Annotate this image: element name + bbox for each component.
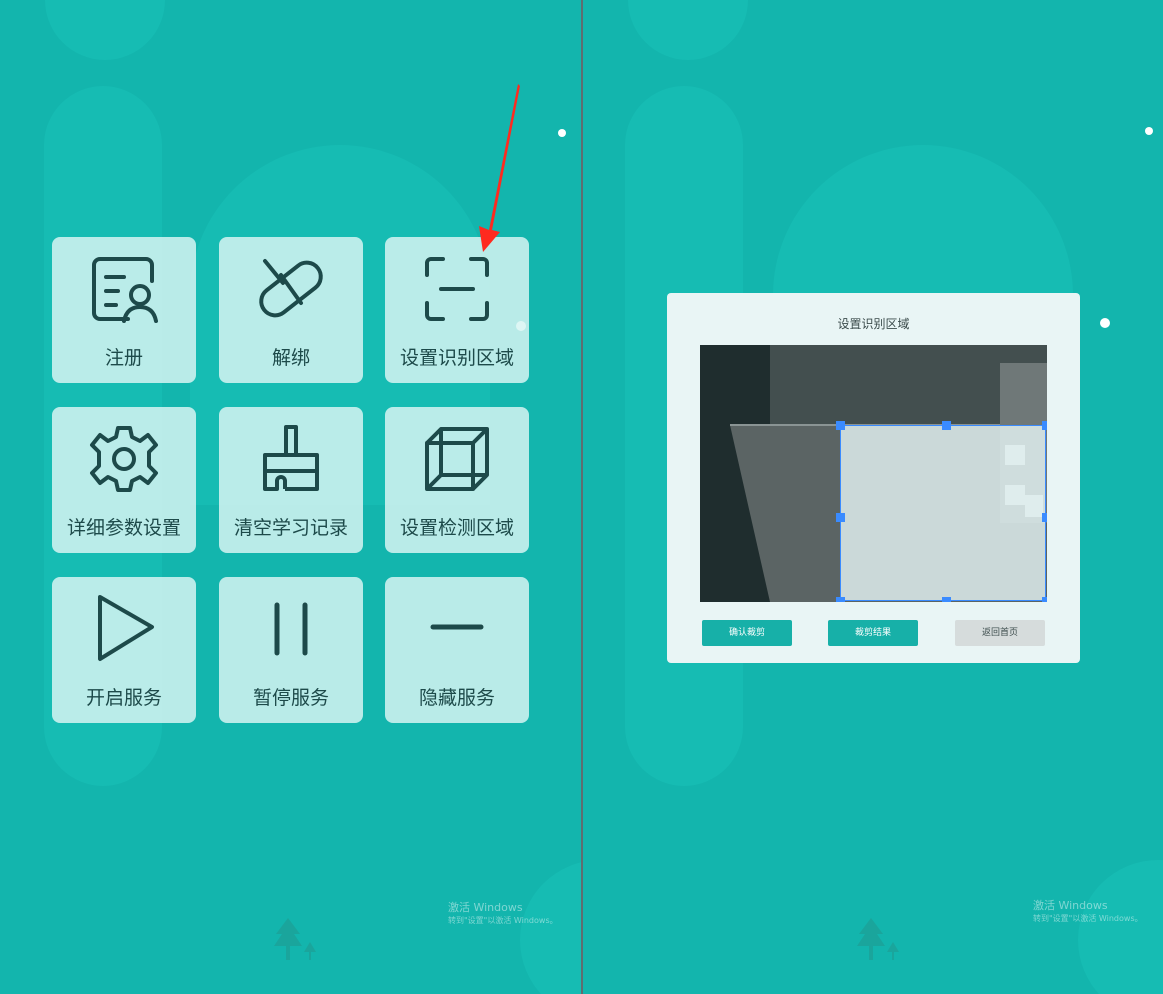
broom-icon	[255, 423, 327, 495]
crop-dialog: 设置识别区域 确认裁剪 裁剪结果 返回首页	[667, 293, 1080, 663]
tree-icon	[857, 918, 899, 960]
bg-shape	[45, 0, 165, 60]
tile-label: 解绑	[271, 347, 310, 369]
crop-result-button[interactable]: 裁剪结果	[828, 620, 918, 646]
recognition-area-screen: 设置识别区域 确认裁剪 裁剪结果 返回首页 激活 Windows 转到"设置"以…	[583, 0, 1163, 994]
red-arrow-icon	[479, 84, 520, 252]
gear-icon	[88, 423, 160, 495]
scan-frame-icon	[421, 253, 493, 325]
tile-label: 开启服务	[85, 687, 162, 709]
crop-selection[interactable]	[840, 425, 1046, 601]
crop-handle-bottom[interactable]	[942, 597, 951, 602]
crop-handle-top-right[interactable]	[1042, 421, 1047, 430]
crop-handle-top[interactable]	[942, 421, 951, 430]
bg-shape	[520, 860, 581, 994]
tile-hide-service[interactable]: 隐藏服务	[385, 577, 529, 723]
pause-icon	[255, 593, 327, 665]
tile-label: 注册	[104, 347, 143, 369]
camera-preview[interactable]	[700, 345, 1047, 602]
cube-icon	[421, 423, 493, 495]
tile-label: 隐藏服务	[418, 687, 495, 709]
tile-clear-learning[interactable]: 清空学习记录	[219, 407, 363, 553]
bg-shape	[1078, 860, 1163, 994]
tile-detailed-settings[interactable]: 详细参数设置	[52, 407, 196, 553]
tree-icon	[274, 918, 316, 960]
indicator-dot	[558, 129, 566, 137]
watermark-title: 激活 Windows	[1033, 899, 1108, 912]
dialog-title: 设置识别区域	[837, 317, 910, 331]
back-home-button[interactable]: 返回首页	[955, 620, 1045, 646]
tile-set-detection-area[interactable]: 设置检测区域	[385, 407, 529, 553]
tile-pause-service[interactable]: 暂停服务	[219, 577, 363, 723]
indicator-dot	[1100, 318, 1110, 328]
crop-handle-top-left[interactable]	[836, 421, 845, 430]
play-icon	[88, 593, 160, 665]
tile-label: 设置检测区域	[399, 517, 514, 539]
bg-shape	[628, 0, 748, 60]
crop-handle-right[interactable]	[1042, 513, 1047, 522]
confirm-crop-button[interactable]: 确认裁剪	[702, 620, 792, 646]
menu-screen: 注册 解绑 设置识别区域 详细参数设置 清空学习记录 设置检测区域 开启服务 暂…	[0, 0, 581, 994]
tile-label: 详细参数设置	[66, 517, 181, 539]
tile-set-recognition-area[interactable]: 设置识别区域	[385, 237, 529, 383]
indicator-dot	[1145, 127, 1153, 135]
minus-icon	[421, 593, 493, 665]
tile-label: 清空学习记录	[233, 517, 348, 539]
tile-unbind[interactable]: 解绑	[219, 237, 363, 383]
crop-handle-left[interactable]	[836, 513, 845, 522]
watermark-title: 激活 Windows	[448, 901, 523, 914]
tile-label: 暂停服务	[252, 687, 329, 709]
unbind-pill-icon	[255, 253, 327, 325]
crop-handle-bottom-left[interactable]	[836, 597, 845, 602]
tile-label: 设置识别区域	[399, 347, 514, 369]
register-user-icon	[88, 253, 160, 325]
windows-activation-watermark: 激活 Windows 转到"设置"以激活 Windows。	[1033, 899, 1143, 925]
watermark-subtitle: 转到"设置"以激活 Windows。	[1033, 914, 1143, 923]
windows-activation-watermark: 激活 Windows 转到"设置"以激活 Windows。	[448, 901, 558, 927]
watermark-subtitle: 转到"设置"以激活 Windows。	[448, 916, 558, 925]
tile-register[interactable]: 注册	[52, 237, 196, 383]
tile-start-service[interactable]: 开启服务	[52, 577, 196, 723]
crop-handle-bottom-right[interactable]	[1042, 597, 1047, 602]
